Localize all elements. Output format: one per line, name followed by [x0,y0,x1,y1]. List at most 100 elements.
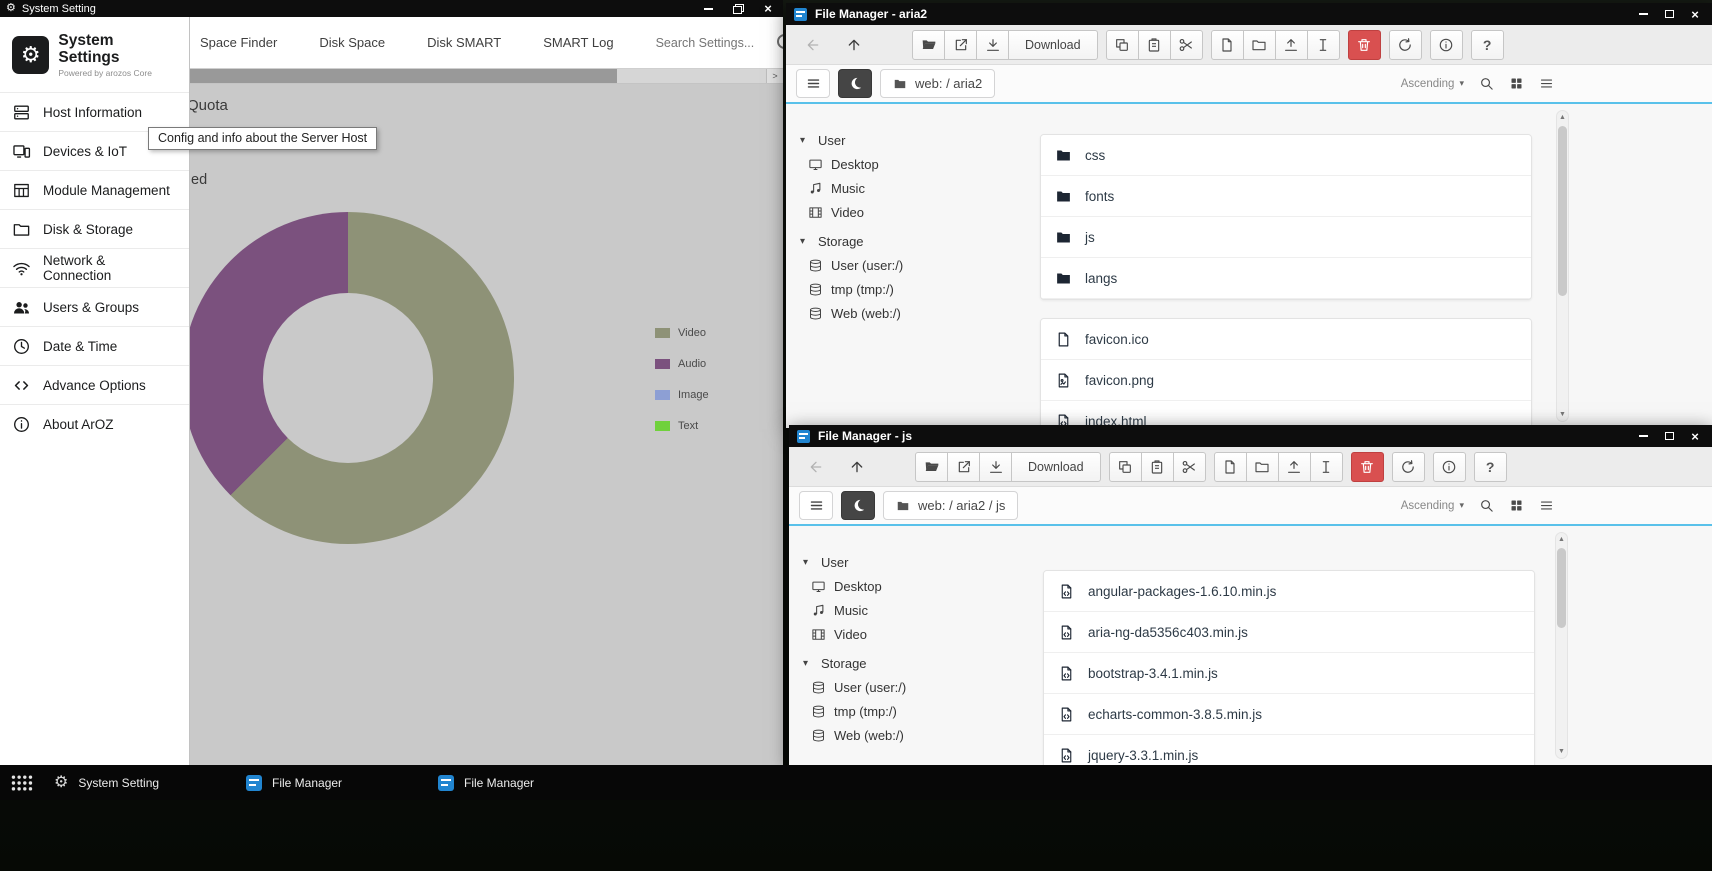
settings-tab[interactable]: SMART Log [543,35,613,50]
cut-button[interactable] [1170,30,1203,60]
file-row[interactable]: favicon.png [1041,360,1531,401]
scroll-up-arrow[interactable]: ▲ [1556,536,1567,543]
sidebar-item[interactable]: Disk & Storage [0,209,189,248]
legend-item[interactable]: Video [655,327,709,339]
info-button[interactable] [1430,30,1463,60]
tree-item[interactable]: ▾ tmp (tmp:/) [808,277,1036,301]
new-file-button[interactable] [1211,30,1244,60]
settings-tab[interactable]: Space Finder [200,35,277,50]
horizontal-scrollbar[interactable]: > [190,68,783,84]
new-file-button[interactable] [1214,452,1247,482]
tree-item[interactable]: ▾ Storage [803,651,1039,675]
list-view-icon[interactable] [1539,76,1554,91]
grid-view-icon[interactable] [1509,76,1524,91]
scroll-up-arrow[interactable]: ▲ [1557,114,1568,121]
tree-item[interactable]: ▾ Desktop [808,152,1036,176]
tree-item[interactable]: ▾ User (user:/) [811,675,1039,699]
tree-item[interactable]: ▾ Desktop [811,574,1039,598]
new-folder-button[interactable] [1243,30,1276,60]
settings-tab[interactable]: Disk Space [319,35,385,50]
sidebar-item[interactable]: Date & Time [0,326,189,365]
scroll-right-arrow[interactable]: > [766,69,783,83]
menu-button[interactable] [796,69,830,98]
sidebar-item[interactable]: Network & Connection [0,248,189,287]
close-button[interactable]: × [1682,425,1708,447]
file-row[interactable]: favicon.ico [1041,319,1531,360]
tree-item[interactable]: ▾ Video [808,200,1036,224]
file-row[interactable]: index.html [1041,401,1531,428]
grid-view-icon[interactable] [1509,498,1524,513]
taskbar-item-file-manager-1[interactable]: File Manager [236,765,428,800]
tree-item[interactable]: ▾ User (user:/) [808,253,1036,277]
sidebar-item[interactable]: Module Management [0,170,189,209]
tree-item[interactable]: ▾ Storage [800,229,1036,253]
close-button[interactable]: × [753,0,783,17]
scrollbar-thumb[interactable] [190,69,617,83]
back-button[interactable] [799,452,832,482]
upload-button[interactable] [1278,452,1311,482]
info-button[interactable] [1433,452,1466,482]
theme-toggle-button[interactable] [838,69,872,98]
tree-item[interactable]: ▾ Music [808,176,1036,200]
open-external-button[interactable] [947,452,980,482]
file-row[interactable]: js [1041,217,1531,258]
list-view-icon[interactable] [1539,498,1554,513]
scroll-down-arrow[interactable]: ▼ [1556,748,1567,755]
up-button[interactable] [840,452,873,482]
file-row[interactable]: jquery-3.3.1.min.js [1044,735,1534,765]
sidebar-item[interactable]: About ArOZ [0,404,189,443]
scrollbar-track[interactable] [617,69,766,83]
legend-item[interactable]: Image [655,389,709,401]
upload-button[interactable] [1275,30,1308,60]
theme-toggle-button[interactable] [841,491,875,520]
search-icon[interactable] [1479,76,1494,91]
new-folder-button[interactable] [1246,452,1279,482]
minimize-button[interactable] [1630,3,1656,25]
sidebar-item[interactable]: Host Information [0,92,189,131]
vertical-scrollbar[interactable]: ▲ ▼ [1555,532,1568,759]
file-row[interactable]: echarts-common-3.8.5.min.js [1044,694,1534,735]
tree-item[interactable]: ▾ Web (web:/) [811,723,1039,747]
sort-order-dropdown[interactable]: Ascending ▾ [1401,78,1464,90]
tree-item[interactable]: ▾ Web (web:/) [808,301,1036,325]
open-directory-button[interactable] [915,452,948,482]
breadcrumb[interactable]: web: / aria2 [880,69,995,98]
paste-button[interactable] [1138,30,1171,60]
sort-order-dropdown[interactable]: Ascending ▾ [1401,500,1464,512]
tree-item[interactable]: ▾ User [803,550,1039,574]
copy-button[interactable] [1109,452,1142,482]
help-button[interactable]: ? [1474,452,1507,482]
minimize-button[interactable] [693,0,723,17]
close-button[interactable]: × [1682,3,1708,25]
download-icon-button[interactable] [979,452,1012,482]
file-row[interactable]: angular-packages-1.6.10.min.js [1044,571,1534,612]
download-icon-button[interactable] [976,30,1009,60]
titlebar[interactable]: File Manager - js × [789,425,1712,447]
download-button[interactable]: Download [1011,452,1101,482]
rename-button[interactable] [1310,452,1343,482]
tree-item[interactable]: ▾ tmp (tmp:/) [811,699,1039,723]
file-row[interactable]: aria-ng-da5356c403.min.js [1044,612,1534,653]
delete-button[interactable] [1348,30,1381,60]
tree-item[interactable]: ▾ User [800,128,1036,152]
apps-launcher-button[interactable] [0,765,44,800]
maximize-button[interactable] [1656,3,1682,25]
paste-button[interactable] [1141,452,1174,482]
tree-item[interactable]: ▾ Music [811,598,1039,622]
taskbar-item-system-setting[interactable]: ⚙ System Setting [44,765,236,800]
scrollbar-thumb[interactable] [1557,548,1566,628]
help-button[interactable]: ? [1471,30,1504,60]
sidebar-item[interactable]: Advance Options [0,365,189,404]
legend-item[interactable]: Text [655,420,709,432]
file-row[interactable]: css [1041,135,1531,176]
refresh-button[interactable] [1392,452,1425,482]
cut-button[interactable] [1173,452,1206,482]
file-row[interactable]: bootstrap-3.4.1.min.js [1044,653,1534,694]
taskbar-item-file-manager-2[interactable]: File Manager [428,765,620,800]
search-settings-input[interactable] [656,36,768,50]
scrollbar-thumb[interactable] [1558,126,1567,296]
tree-item[interactable]: ▾ Video [811,622,1039,646]
breadcrumb[interactable]: web: / aria2 / js [883,491,1018,520]
file-row[interactable]: langs [1041,258,1531,299]
open-directory-button[interactable] [912,30,945,60]
